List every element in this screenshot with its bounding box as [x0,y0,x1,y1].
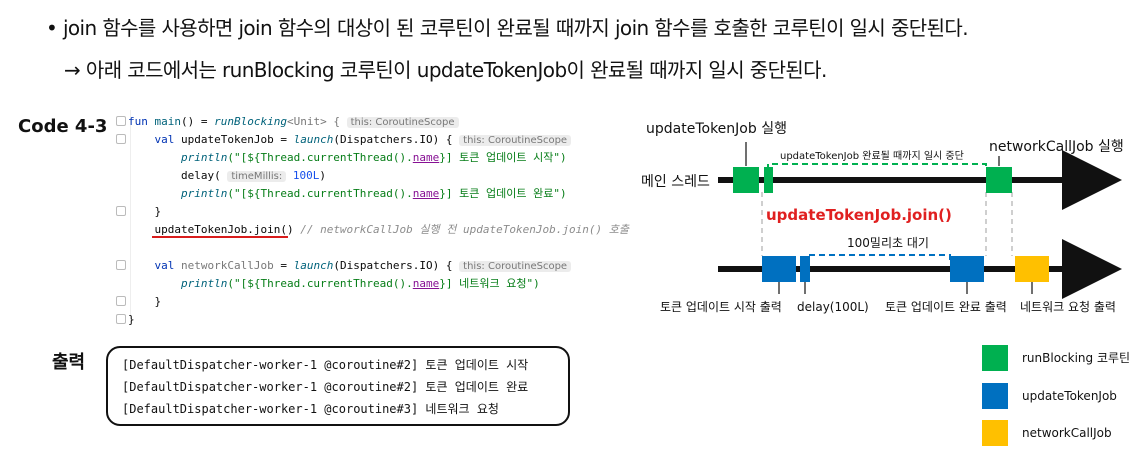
updatetoken-block [800,256,810,282]
timeline-diagram: updateTokenJob 실행 updateTokenJob 완료될 때까지… [641,121,1130,446]
legend-label-networkcall: networkCallJob [1022,426,1112,440]
legend-swatch-networkcall [982,420,1008,446]
legend-swatch-updatetoken [982,383,1008,409]
legend-label-runblocking: runBlocking 코루틴 [1022,351,1130,365]
networkcall-block [1015,256,1049,282]
runblocking-block [764,167,773,193]
label-net-print: 네트워크 요청 출력 [1020,300,1116,314]
label-update-run: updateTokenJob 실행 [646,121,787,137]
runblocking-block [986,167,1012,193]
label-wait: 100밀리초 대기 [847,236,929,250]
label-suspend: updateTokenJob 완료될 때까지 일시 중단 [780,150,964,162]
label-start-print: 토큰 업데이트 시작 출력 [660,300,782,314]
label-join: updateTokenJob.join() [766,206,952,224]
label-done-print: 토큰 업데이트 완료 출력 [885,300,1007,314]
legend-swatch-runblocking [982,345,1008,371]
legend-label-updatetoken: updateTokenJob [1022,389,1117,403]
updatetoken-block [762,256,796,282]
runblocking-block [733,167,759,193]
label-main-thread: 메인 스레드 [641,174,710,190]
wait-bracket [805,254,951,262]
label-delay: delay(100L) [797,300,869,314]
updatetoken-block [950,256,984,282]
label-network-run: networkCallJob 실행 [989,139,1124,155]
suspend-bracket [767,163,987,170]
